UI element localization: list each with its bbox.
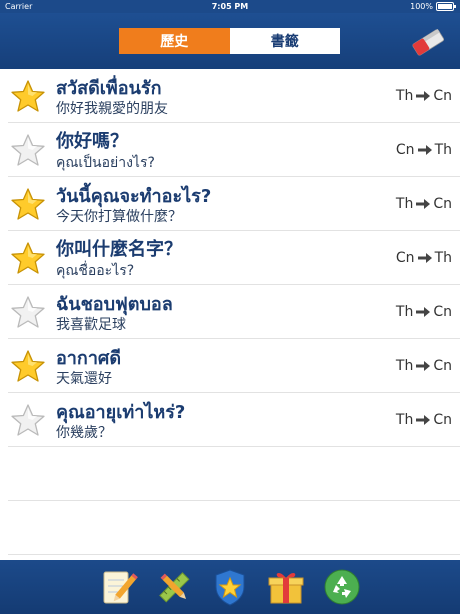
target-language: Th <box>434 142 452 158</box>
source-language: Th <box>395 196 414 212</box>
star-icon[interactable] <box>10 295 46 329</box>
history-row[interactable]: อากาศดี 天氣還好 Th Cn <box>8 339 460 393</box>
direction-label: Th Cn <box>396 358 452 374</box>
primary-text: 你叫什麼名字？ <box>56 239 182 260</box>
battery-indicator: 100% <box>410 2 456 11</box>
target-language: Cn <box>433 88 452 104</box>
arrow-right-icon <box>416 199 431 209</box>
primary-text: 你好嗎？ <box>56 131 128 152</box>
empty-row <box>8 447 460 501</box>
history-row[interactable]: วันนี้คุณจะทำอะไร? 今天你打算做什麼？ Th Cn <box>8 177 460 231</box>
history-row[interactable]: คุณอายุเท่าไหร่? 你幾歲？ Th Cn <box>8 393 460 447</box>
star-icon[interactable] <box>10 79 46 113</box>
source-language: Th <box>395 412 414 428</box>
segmented-control: 歷史 書籤 <box>119 28 340 54</box>
history-row[interactable]: 你叫什麼名字？ คุณชื่ออะไร? Cn Th <box>8 231 460 285</box>
status-bar: Carrier 7:05 PM 100% <box>0 0 460 13</box>
arrow-right-icon <box>416 91 431 101</box>
target-language: Cn <box>433 304 452 320</box>
star-shield-icon[interactable] <box>210 567 250 607</box>
direction-label: Th Cn <box>396 88 452 104</box>
secondary-text: 我喜歡足球 <box>56 317 126 333</box>
arrow-right-icon <box>416 307 431 317</box>
battery-icon <box>436 2 456 11</box>
star-icon[interactable] <box>10 241 46 275</box>
secondary-text: คุณเป็นอย่างไร? <box>56 155 155 171</box>
source-language: Th <box>395 358 414 374</box>
star-icon[interactable] <box>10 349 46 383</box>
direction-label: Th Cn <box>396 412 452 428</box>
secondary-text: 你幾歲？ <box>56 425 112 441</box>
secondary-text: 今天你打算做什麼？ <box>56 209 182 225</box>
recycle-icon[interactable] <box>322 567 362 607</box>
direction-label: Th Cn <box>396 196 452 212</box>
pencil-ruler-icon[interactable] <box>154 567 194 607</box>
tab-bookmarks[interactable]: 書籤 <box>229 28 340 54</box>
target-language: Cn <box>433 358 452 374</box>
arrow-right-icon <box>416 415 431 425</box>
secondary-text: 你好我親愛的朋友 <box>56 101 168 117</box>
target-language: Cn <box>433 196 452 212</box>
direction-label: Cn Th <box>396 250 452 266</box>
source-language: Th <box>395 304 414 320</box>
star-icon[interactable] <box>10 403 46 437</box>
target-language: Cn <box>433 412 452 428</box>
direction-label: Cn Th <box>396 142 452 158</box>
source-language: Cn <box>395 250 415 266</box>
secondary-text: คุณชื่ออะไร? <box>56 263 135 279</box>
gift-box-icon[interactable] <box>266 567 306 607</box>
arrow-right-icon <box>417 145 432 155</box>
source-language: Th <box>395 88 414 104</box>
history-list: สวัสดีเพื่อนรัก 你好我親愛的朋友 Th Cn 你好嗎？ คุณเ… <box>0 69 460 560</box>
history-row[interactable]: 你好嗎？ คุณเป็นอย่างไร? Cn Th <box>8 123 460 177</box>
source-language: Cn <box>395 142 415 158</box>
tab-history[interactable]: 歷史 <box>119 28 230 54</box>
eraser-icon[interactable] <box>409 25 447 59</box>
header: 歷史 書籤 <box>0 13 460 69</box>
clock: 7:05 PM <box>211 2 249 11</box>
star-icon[interactable] <box>10 187 46 221</box>
bottom-toolbar <box>0 560 460 614</box>
target-language: Th <box>434 250 452 266</box>
empty-row <box>8 501 460 555</box>
secondary-text: 天氣還好 <box>56 371 112 387</box>
arrow-right-icon <box>417 253 432 263</box>
battery-percent: 100% <box>410 2 433 11</box>
star-icon[interactable] <box>10 133 46 167</box>
arrow-right-icon <box>416 361 431 371</box>
notepad-pencil-icon[interactable] <box>98 567 138 607</box>
history-row[interactable]: ฉันชอบฟุตบอล 我喜歡足球 Th Cn <box>8 285 460 339</box>
history-row[interactable]: สวัสดีเพื่อนรัก 你好我親愛的朋友 Th Cn <box>8 69 460 123</box>
direction-label: Th Cn <box>396 304 452 320</box>
